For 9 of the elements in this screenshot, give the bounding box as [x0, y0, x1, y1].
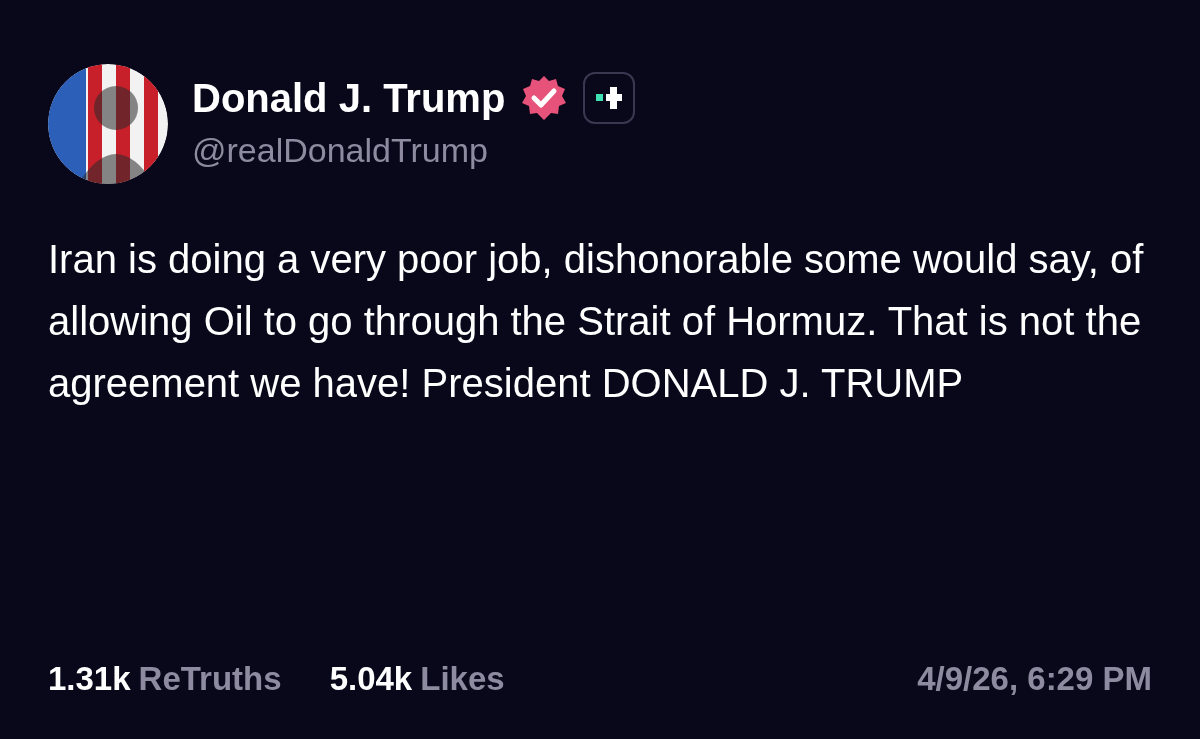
stat-count: 5.04k [329, 658, 413, 699]
timestamp: 4/9/26, 6:29 PM [917, 658, 1152, 699]
post-text: Iran is doing a very poor job, dishonorable some would say, of allowing Oil to go through the Strait of Hormuz. That is not the agreement we have! President DONALD J. TRUMP [48, 236, 1145, 407]
stat-label: Likes [420, 658, 505, 699]
plus-icon [596, 85, 623, 111]
stat-label: ReTruths [138, 658, 282, 699]
stat-count: 1.31k [48, 658, 131, 699]
display-name: Donald J. Trump [192, 76, 506, 120]
username: @realDonaldTrump [192, 130, 489, 171]
